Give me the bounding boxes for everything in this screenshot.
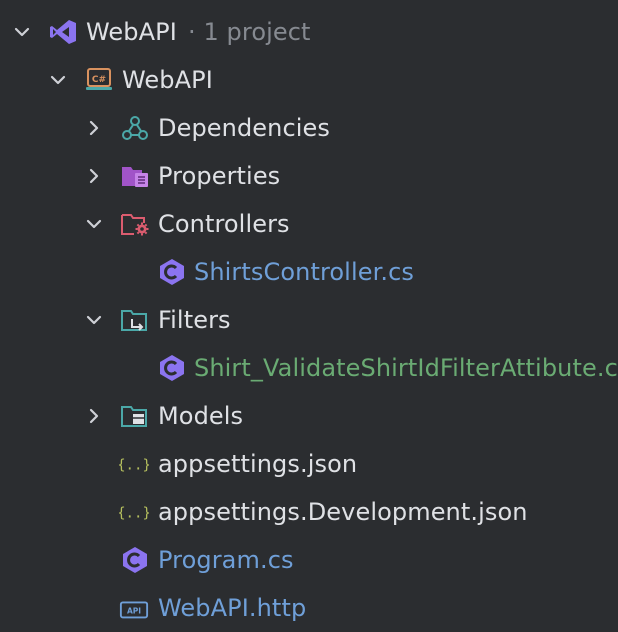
api-badge-text: API — [127, 607, 141, 616]
controllers-folder-icon — [120, 210, 150, 238]
solution-explorer-tree: WebAPI · 1 project C# WebAPI Dependencie… — [0, 0, 618, 622]
chevron-right-icon[interactable] — [84, 118, 104, 138]
tree-row-properties[interactable]: Properties — [0, 152, 618, 200]
tree-row-program[interactable]: Program.cs — [0, 536, 618, 584]
program-label: Program.cs — [158, 546, 294, 574]
csharp-file-icon — [157, 258, 187, 286]
solution-project-count: · 1 project — [188, 18, 311, 46]
dependencies-icon — [120, 114, 150, 142]
tree-row-http-file[interactable]: API WebAPI.http — [0, 584, 618, 632]
tree-row-filter-attribute[interactable]: Shirt_ValidateShirtIdFilterAttibute.cs — [0, 344, 618, 392]
controllers-label: Controllers — [158, 210, 290, 238]
tree-row-dependencies[interactable]: Dependencies — [0, 104, 618, 152]
chevron-down-icon[interactable] — [84, 214, 104, 234]
appsettings-development-label: appsettings.Development.json — [158, 498, 528, 526]
chevron-down-icon[interactable] — [12, 22, 32, 42]
csharp-project-icon: C# — [84, 66, 114, 94]
tree-row-shirts-controller[interactable]: ShirtsController.cs — [0, 248, 618, 296]
properties-label: Properties — [158, 162, 281, 190]
csharp-file-icon — [120, 546, 150, 574]
tree-row-solution[interactable]: WebAPI · 1 project — [0, 8, 618, 56]
filter-attribute-label: Shirt_ValidateShirtIdFilterAttibute.cs — [194, 354, 618, 382]
visual-studio-solution-icon — [48, 18, 78, 46]
chevron-right-icon[interactable] — [84, 406, 104, 426]
chevron-down-icon[interactable] — [84, 310, 104, 330]
tree-row-appsettings[interactable]: {..} appsettings.json — [0, 440, 618, 488]
shirts-controller-label: ShirtsController.cs — [194, 258, 414, 286]
csharp-file-icon — [157, 354, 187, 382]
http-file-label: WebAPI.http — [158, 594, 307, 622]
chevron-down-icon[interactable] — [48, 70, 68, 90]
appsettings-label: appsettings.json — [158, 450, 358, 478]
filters-label: Filters — [158, 306, 231, 334]
json-file-icon: {..} — [119, 498, 149, 526]
chevron-right-icon[interactable] — [84, 166, 104, 186]
solution-name: WebAPI — [86, 18, 177, 46]
json-file-icon: {..} — [119, 450, 149, 478]
tree-row-models[interactable]: Models — [0, 392, 618, 440]
json-badge-text: {..} — [119, 506, 149, 522]
dependencies-label: Dependencies — [158, 114, 331, 142]
csharp-badge-text: C# — [92, 75, 106, 85]
properties-folder-icon — [120, 162, 150, 190]
models-folder-icon — [120, 402, 150, 430]
models-label: Models — [158, 402, 244, 430]
tree-row-project[interactable]: C# WebAPI — [0, 56, 618, 104]
json-badge-text: {..} — [119, 458, 149, 474]
project-name: WebAPI — [122, 66, 213, 94]
tree-row-filters[interactable]: Filters — [0, 296, 618, 344]
tree-row-appsettings-development[interactable]: {..} appsettings.Development.json — [0, 488, 618, 536]
tree-row-controllers[interactable]: Controllers — [0, 200, 618, 248]
filters-folder-icon — [120, 306, 150, 334]
